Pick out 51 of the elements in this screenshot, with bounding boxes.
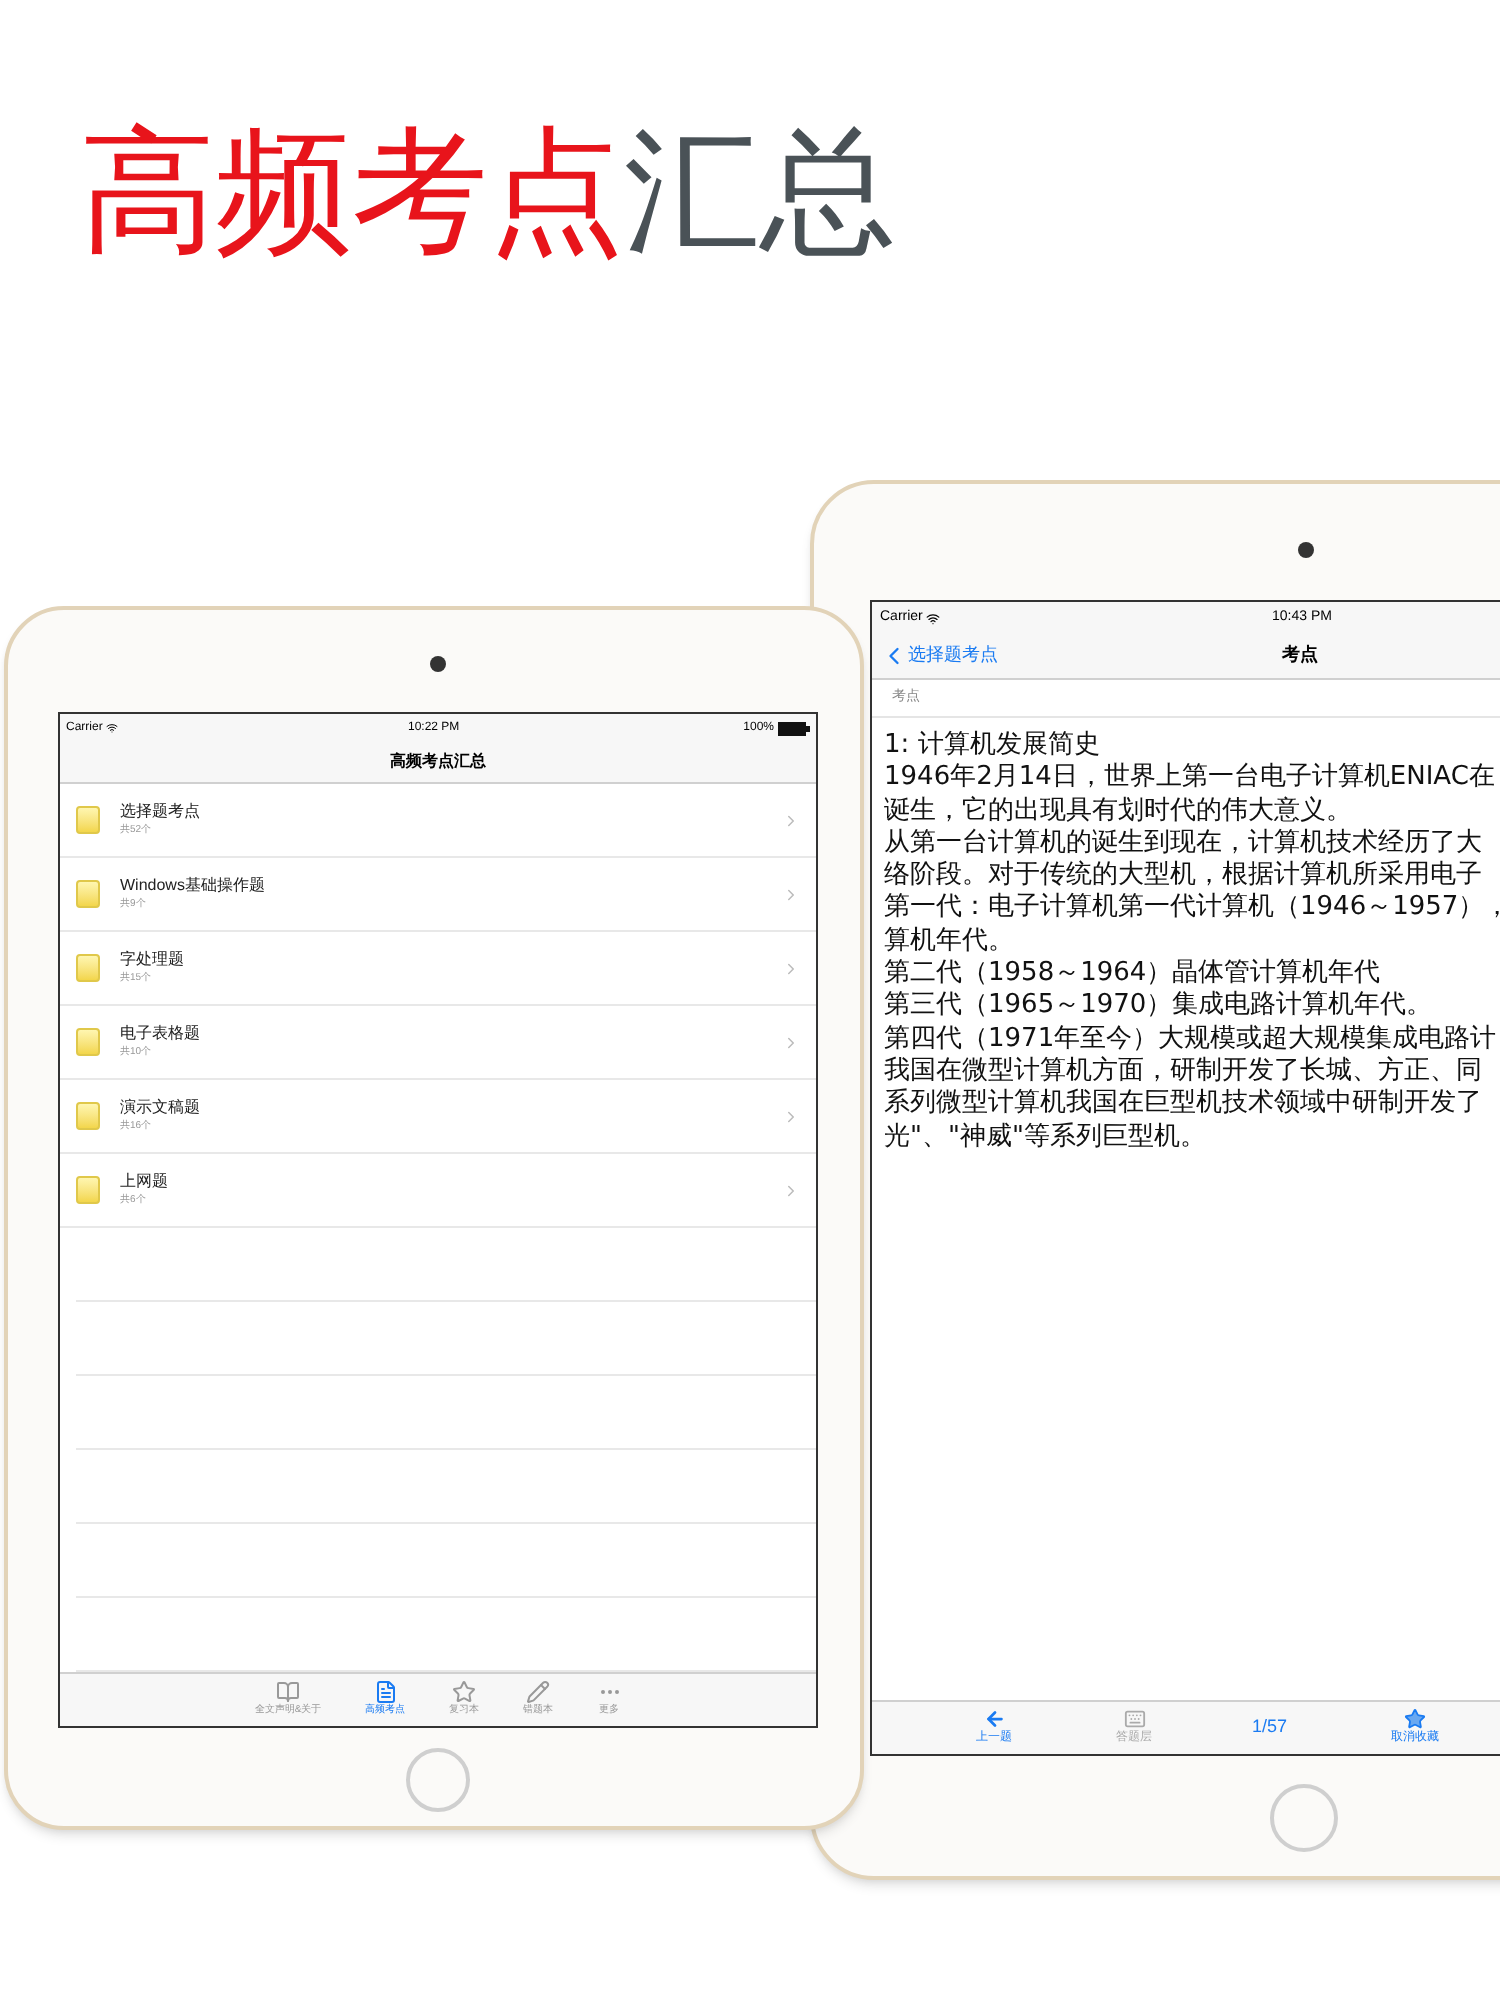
row-title: 字处理题 bbox=[120, 948, 184, 971]
article-text-line: 光"、"神威"等系列巨型机。 bbox=[884, 1121, 1208, 1154]
note-icon bbox=[76, 1176, 100, 1204]
headline-text: 高频考点 bbox=[80, 114, 624, 272]
chevron-right-icon bbox=[782, 885, 800, 903]
nav-title: 考点 bbox=[1282, 642, 1318, 669]
row-title: 电子表格题 bbox=[120, 1022, 200, 1045]
battery-icon bbox=[778, 721, 810, 735]
note-icon bbox=[76, 954, 100, 982]
row-title: 选择题考点 bbox=[120, 800, 200, 823]
note-icon bbox=[76, 806, 100, 834]
tab-icon bbox=[452, 1680, 477, 1705]
article-text-line: 第三代（1965～1970）集成电路计算机年代。 bbox=[884, 990, 1435, 1024]
page-counter: 1/57 bbox=[1252, 1714, 1288, 1741]
article-text-line: 我国在微型计算机方面，研制开发了长城、方正、同 bbox=[884, 1055, 1484, 1088]
article-text-line: 1946年2月14日，世界上第一台电子计算机ENIAC在 bbox=[884, 762, 1497, 796]
home-button[interactable] bbox=[1270, 1784, 1338, 1852]
nav-title: 高频考点汇总 bbox=[390, 750, 486, 774]
article-text-line: 诞生，它的出现具有划时代的伟大意义。 bbox=[884, 795, 1354, 828]
chevron-right-icon bbox=[782, 1107, 800, 1125]
camera-icon bbox=[430, 656, 446, 672]
home-button[interactable] bbox=[406, 1748, 470, 1812]
star-icon bbox=[1404, 1708, 1427, 1730]
row-title: 演示文稿题 bbox=[120, 1096, 200, 1119]
camera-icon bbox=[1298, 542, 1314, 558]
tab-icon bbox=[526, 1680, 551, 1705]
headline-text: 汇总 bbox=[624, 114, 896, 272]
back-button[interactable]: 选择题考点 bbox=[880, 642, 998, 670]
article-text-line: 系列微型计算机我国在巨型机技术领域中研制开发了 bbox=[884, 1088, 1484, 1122]
keyboard-icon bbox=[1123, 1708, 1145, 1730]
tab-icon bbox=[373, 1680, 398, 1705]
tab-icon bbox=[276, 1680, 300, 1705]
article-text-line: 络阶段。对于传统的大型机，根据计算机所采用电子 bbox=[884, 860, 1484, 892]
chevron-right-icon bbox=[782, 1033, 800, 1051]
arrow-left-icon bbox=[983, 1708, 1005, 1730]
wifi-icon bbox=[926, 611, 941, 625]
article-text-line: 第一代：电子计算机第一代计算机（1946～1957）， bbox=[884, 892, 1500, 926]
chevron-right-icon bbox=[782, 811, 800, 829]
article-text-line: 从第一台计算机的诞生到现在，计算机技术经历了大 bbox=[884, 827, 1484, 860]
article-text-line: 算机年代。 bbox=[884, 925, 1016, 959]
article-text-line: 第二代（1958～1964）晶体管计算机年代 bbox=[884, 958, 1383, 990]
chevron-right-icon bbox=[782, 959, 800, 977]
article-text-line: 1: 计算机发展简史 bbox=[884, 730, 1102, 763]
chevron-right-icon bbox=[782, 1181, 800, 1199]
note-icon bbox=[76, 1028, 100, 1056]
article-text-line: 第四代（1971年至今）大规模或超大规模集成电路计 bbox=[884, 1023, 1499, 1056]
note-icon bbox=[76, 880, 100, 908]
row-title: Windows基础操作题 bbox=[120, 874, 265, 897]
row-title: 上网题 bbox=[120, 1170, 168, 1193]
wifi-icon bbox=[106, 722, 119, 734]
note-icon bbox=[76, 1102, 100, 1130]
